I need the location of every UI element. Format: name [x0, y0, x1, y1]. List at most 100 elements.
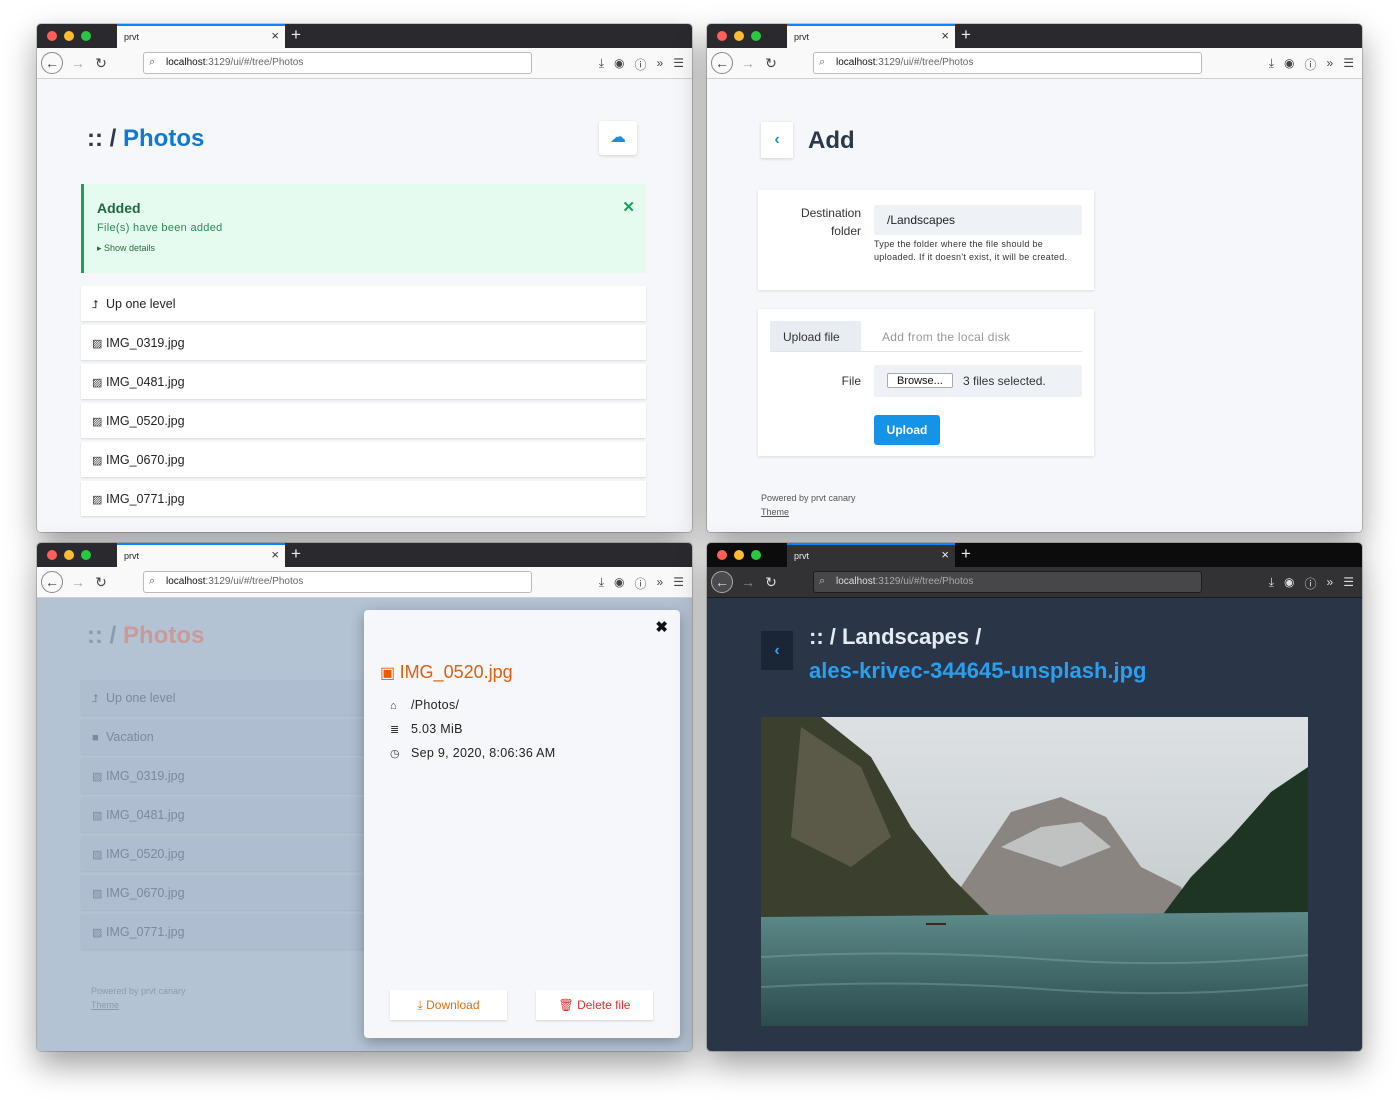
url-path: :3129/ui/#/tree/Photos — [205, 576, 304, 587]
list-item[interactable]: ▨ IMG_0520.jpg — [81, 403, 646, 438]
reload-icon[interactable]: ↻ — [760, 571, 782, 593]
back-button[interactable]: ‹ — [761, 122, 793, 158]
info-icon[interactable]: ⓘ — [1305, 575, 1317, 592]
close-window-button[interactable] — [717, 31, 727, 41]
minimize-window-button[interactable] — [64, 31, 74, 41]
clock-icon: ◷ — [390, 748, 400, 760]
download-icon[interactable]: ⤓ — [1269, 575, 1274, 592]
url-bar[interactable]: ⌕ localhost:3129/ui/#/tree/Photos — [813, 571, 1202, 593]
window-controls — [717, 31, 761, 41]
browser-tab[interactable]: prvt × — [117, 24, 285, 48]
browser-window-add: prvt × + ← → ↻ ⌕ localhost:3129/ui/#/tree/… — [707, 24, 1362, 532]
forward-icon[interactable]: → — [737, 571, 759, 593]
overflow-icon[interactable]: » — [1327, 56, 1334, 73]
back-icon[interactable]: ← — [41, 52, 63, 74]
page-title: :: / Photos — [87, 622, 204, 650]
back-icon[interactable]: ← — [41, 571, 63, 593]
forward-icon[interactable]: → — [737, 52, 759, 74]
new-tab-icon[interactable]: + — [291, 25, 301, 45]
theme-link[interactable]: Theme — [91, 1000, 119, 1010]
reload-icon[interactable]: ↻ — [760, 52, 782, 74]
upload-submit-button[interactable]: Upload — [874, 415, 940, 445]
account-icon[interactable]: ◉ — [1284, 56, 1294, 73]
alert-title: Added — [97, 200, 141, 216]
overflow-icon[interactable]: » — [1327, 575, 1334, 592]
account-icon[interactable]: ◉ — [614, 56, 624, 73]
menu-icon[interactable]: ☰ — [673, 575, 684, 592]
tab-local-disk[interactable]: Add from the local disk — [882, 330, 1010, 344]
zoom-window-button[interactable] — [81, 31, 91, 41]
account-icon[interactable]: ◉ — [614, 575, 624, 592]
breadcrumb-root[interactable]: :: / — [87, 125, 116, 152]
minimize-window-button[interactable] — [734, 31, 744, 41]
browser-tab[interactable]: prvt × — [787, 543, 955, 567]
new-tab-icon[interactable]: + — [291, 544, 301, 564]
close-tab-icon[interactable]: × — [941, 547, 949, 562]
browser-window-viewer: prvt × + ← → ↻ ⌕ localhost:3129/ui/#/tree/… — [707, 543, 1362, 1051]
browse-button[interactable]: Browse... — [887, 373, 953, 388]
close-tab-icon[interactable]: × — [271, 28, 279, 43]
info-icon[interactable]: ⓘ — [1305, 56, 1317, 73]
breadcrumb[interactable]: :: / Landscapes / — [809, 624, 981, 649]
minimize-window-button[interactable] — [64, 550, 74, 560]
tab-upload-file[interactable]: Upload file — [770, 321, 861, 351]
list-item-label: Up one level — [106, 691, 176, 705]
close-window-button[interactable] — [717, 550, 727, 560]
close-tab-icon[interactable]: × — [271, 547, 279, 562]
menu-icon[interactable]: ☰ — [1343, 56, 1354, 73]
download-icon[interactable]: ⤓ — [1269, 56, 1274, 73]
back-icon[interactable]: ← — [711, 52, 733, 74]
zoom-window-button[interactable] — [81, 550, 91, 560]
forward-icon[interactable]: → — [67, 52, 89, 74]
folder-icon: ■ — [92, 732, 99, 744]
close-modal-icon[interactable]: ✖ — [655, 618, 668, 636]
show-details-link[interactable]: ▸ Show details — [97, 243, 155, 254]
forward-icon[interactable]: → — [67, 571, 89, 593]
account-icon[interactable]: ◉ — [1284, 575, 1294, 592]
close-alert-icon[interactable]: ✕ — [622, 198, 635, 216]
theme-link[interactable]: Theme — [761, 507, 789, 517]
toolbar: ⤓ ◉ ⓘ » ☰ — [1269, 56, 1362, 73]
menu-icon[interactable]: ☰ — [1343, 575, 1354, 592]
minimize-window-button[interactable] — [734, 550, 744, 560]
list-item-label: IMG_0319.jpg — [106, 769, 185, 783]
info-icon[interactable]: ⓘ — [635, 56, 647, 73]
new-tab-icon[interactable]: + — [961, 25, 971, 45]
list-item[interactable]: ▨ IMG_0771.jpg — [81, 481, 646, 516]
back-icon[interactable]: ← — [711, 571, 733, 593]
url-bar[interactable]: ⌕ localhost:3129/ui/#/tree/Photos — [143, 571, 532, 593]
list-item[interactable]: ▨ IMG_0670.jpg — [81, 442, 646, 477]
close-tab-icon[interactable]: × — [941, 28, 949, 43]
browser-tab[interactable]: prvt × — [787, 24, 955, 48]
new-tab-icon[interactable]: + — [961, 544, 971, 564]
image-file-icon: ▨ — [92, 338, 103, 350]
download-button[interactable]: ⤓ Download — [390, 990, 507, 1020]
list-item-up[interactable]: ⮥ Up one level — [81, 286, 646, 321]
search-icon: ⌕ — [819, 56, 826, 68]
list-item[interactable]: ▨ IMG_0319.jpg — [81, 325, 646, 360]
destination-input[interactable]: /Landscapes — [874, 205, 1082, 235]
breadcrumb-root[interactable]: :: / — [87, 622, 116, 649]
browser-tab[interactable]: prvt × — [117, 543, 285, 567]
upload-button[interactable]: ☁ — [599, 121, 637, 155]
file-label: File — [841, 374, 861, 388]
url-bar[interactable]: ⌕ localhost:3129/ui/#/tree/Photos — [143, 52, 532, 74]
delete-file-button[interactable]: 🗑 Delete file — [536, 990, 653, 1020]
close-window-button[interactable] — [47, 550, 57, 560]
url-bar[interactable]: ⌕ localhost:3129/ui/#/tree/Photos — [813, 52, 1202, 74]
list-item[interactable]: ▨ IMG_0481.jpg — [81, 364, 646, 399]
download-icon[interactable]: ⤓ — [599, 575, 604, 592]
zoom-window-button[interactable] — [751, 31, 761, 41]
info-icon[interactable]: ⓘ — [635, 575, 647, 592]
overflow-icon[interactable]: » — [657, 56, 664, 73]
menu-icon[interactable]: ☰ — [673, 56, 684, 73]
download-icon[interactable]: ⤓ — [599, 56, 604, 73]
reload-icon[interactable]: ↻ — [90, 52, 112, 74]
zoom-window-button[interactable] — [751, 550, 761, 560]
back-button[interactable]: ‹ — [761, 631, 793, 670]
reload-icon[interactable]: ↻ — [90, 571, 112, 593]
tab-divider — [770, 351, 1082, 352]
overflow-icon[interactable]: » — [657, 575, 664, 592]
list-item-label: IMG_0481.jpg — [106, 808, 185, 822]
close-window-button[interactable] — [47, 31, 57, 41]
